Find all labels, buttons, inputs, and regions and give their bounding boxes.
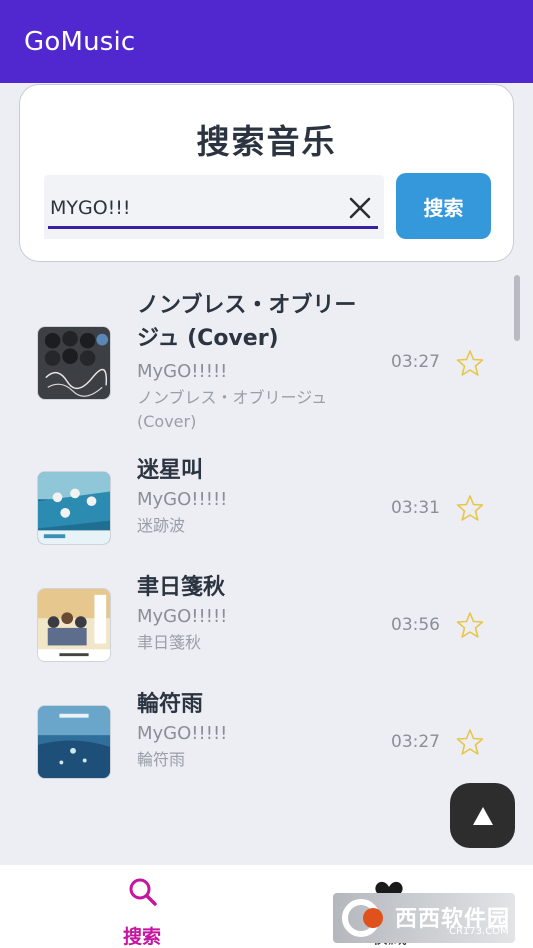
star-icon[interactable] [456,728,484,756]
search-underline [48,226,378,229]
song-artist: MyGO!!!!! [137,606,228,627]
watermark-logo [342,899,383,937]
search-card: 搜索音乐 搜索 [19,84,514,262]
song-album: 輪符雨 [137,750,186,769]
song-title: ノンブレス・オブリージュ (Cover) [137,293,357,351]
album-art-image [38,472,110,544]
album-cover [37,705,111,779]
song-artist: MyGO!!!!! [137,489,228,510]
scroll-top-button[interactable] [450,783,515,848]
song-title: 迷星叫 [137,458,204,483]
star-icon[interactable] [456,611,484,639]
song-title: 輪符雨 [137,692,204,717]
list-scrollbar[interactable] [514,275,520,341]
album-art-image [38,327,110,399]
album-art-image [38,706,110,778]
album-cover [37,326,111,400]
search-heading: 搜索音乐 [196,122,337,161]
song-artist: MyGO!!!!! [137,723,228,744]
search-input[interactable] [50,193,330,223]
search-icon [129,878,157,906]
star-icon[interactable] [456,494,484,522]
song-album: 聿日箋秋 [137,633,202,652]
star-icon[interactable] [456,349,484,377]
scroll-top-icon [472,806,493,825]
clear-icon[interactable] [347,195,373,221]
album-art-image [38,589,110,661]
song-duration: 03:27 [391,352,440,372]
song-item[interactable]: ノンブレス・オブリージュ (Cover) MyGO!!!!! ノンブレス・オブリ… [0,286,533,436]
album-cover [37,588,111,662]
song-album: 迷跡波 [137,516,186,535]
song-list[interactable]: ノンブレス・オブリージュ (Cover) MyGO!!!!! ノンブレス・オブリ… [0,270,533,865]
song-title: 聿日箋秋 [137,575,226,600]
nav-tab-search[interactable]: 搜索 [104,875,180,948]
song-duration: 03:31 [391,498,440,518]
search-field[interactable] [44,175,384,239]
watermark-subtext: CR173.COM [449,926,509,937]
song-item[interactable]: 迷星叫 MyGO!!!!! 迷跡波 03:31 [0,456,533,556]
song-item[interactable]: 聿日箋秋 MyGO!!!!! 聿日箋秋 03:56 [0,573,533,673]
watermark: 西西软件园 CR173.COM [333,893,515,943]
search-button[interactable]: 搜索 [396,173,491,239]
app-title: GoMusic [24,27,136,57]
song-duration: 03:56 [391,615,440,635]
app-bar: GoMusic [0,0,533,83]
nav-search-label: 搜索 [122,926,161,948]
song-duration: 03:27 [391,732,440,752]
album-cover [37,471,111,545]
song-album: ノンブレス・オブリージュ (Cover) [137,388,328,431]
song-artist: MyGO!!!!! [137,361,228,382]
song-item[interactable]: 輪符雨 MyGO!!!!! 輪符雨 03:27 [0,690,533,790]
